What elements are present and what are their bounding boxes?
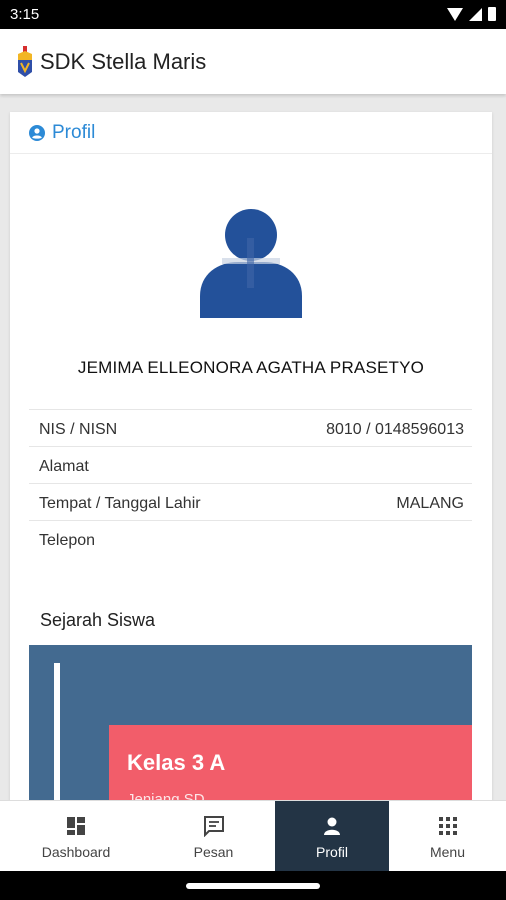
card-title: Profil bbox=[52, 122, 96, 143]
status-time: 3:15 bbox=[10, 6, 40, 23]
app-title: SDK Stella Maris bbox=[40, 49, 207, 74]
nav-label: Pesan bbox=[193, 844, 234, 860]
info-row-nis: NIS / NISN 8010 / 0148596013 bbox=[29, 410, 472, 447]
nav-label: Profil bbox=[316, 844, 348, 860]
entry-class: Kelas 3 A bbox=[127, 750, 226, 775]
system-nav-bar bbox=[0, 871, 506, 900]
info-row-address: Alamat bbox=[29, 447, 472, 484]
timeline-line bbox=[54, 663, 60, 812]
status-bar: 3:15 bbox=[0, 0, 506, 29]
history-timeline[interactable]: Kelas 3 A Jenjang SD bbox=[29, 645, 472, 812]
message-icon bbox=[203, 816, 224, 837]
info-row-phone: Telepon bbox=[29, 521, 472, 558]
app-bar: SDK Stella Maris bbox=[0, 29, 506, 94]
nav-dashboard[interactable]: Dashboard bbox=[0, 801, 152, 872]
signal-icon bbox=[469, 7, 482, 21]
nav-menu[interactable]: Menu bbox=[389, 801, 506, 872]
info-label: Tempat / Tanggal Lahir bbox=[39, 495, 201, 512]
person-icon bbox=[324, 817, 340, 835]
info-value: MALANG bbox=[396, 495, 464, 512]
timeline-entry[interactable]: Kelas 3 A Jenjang SD bbox=[109, 725, 472, 812]
info-value: 8010 / 0148596013 bbox=[326, 421, 464, 438]
profile-info-table: NIS / NISN 8010 / 0148596013 Alamat Temp… bbox=[29, 409, 472, 558]
nav-label: Menu bbox=[429, 844, 466, 860]
battery-icon bbox=[488, 7, 496, 21]
grid-icon bbox=[438, 817, 457, 835]
info-label: Telepon bbox=[39, 532, 96, 549]
info-label: Alamat bbox=[39, 458, 89, 475]
history-title: Sejarah Siswa bbox=[40, 610, 156, 630]
info-row-birth: Tempat / Tanggal Lahir MALANG bbox=[29, 484, 472, 521]
bottom-nav: Dashboard Pesan Profil Menu bbox=[0, 800, 506, 872]
status-icons bbox=[447, 7, 496, 21]
nav-profil[interactable]: Profil bbox=[275, 801, 389, 872]
card-header: Profil bbox=[10, 112, 492, 154]
student-name: JEMIMA ELLEONORA AGATHA PRASETYO bbox=[77, 358, 425, 377]
dashboard-icon bbox=[67, 817, 85, 835]
nav-label: Dashboard bbox=[41, 844, 111, 860]
nav-pesan[interactable]: Pesan bbox=[152, 801, 275, 872]
school-logo-icon bbox=[18, 46, 32, 77]
home-gesture-bar[interactable] bbox=[186, 883, 320, 889]
info-label: NIS / NISN bbox=[39, 421, 118, 438]
user-circle-icon bbox=[29, 125, 45, 141]
profile-card: Profil JEMIMA ELLEONORA AGATHA PRASETYO … bbox=[10, 112, 492, 812]
avatar bbox=[200, 209, 302, 318]
wifi-icon bbox=[447, 7, 463, 21]
